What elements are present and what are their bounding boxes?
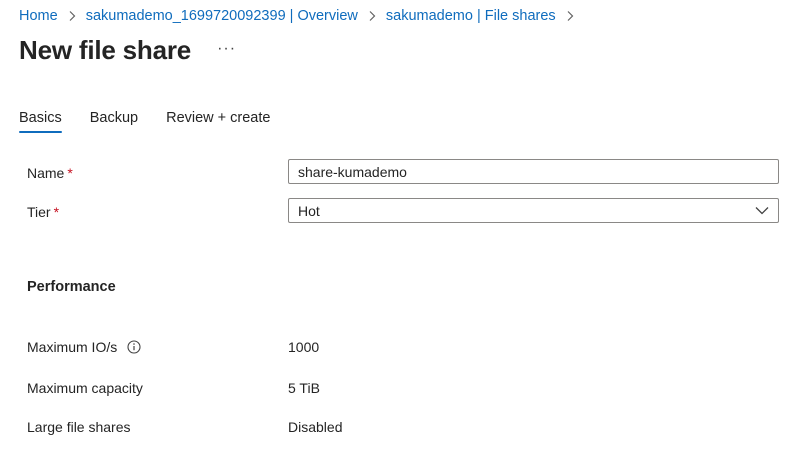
more-options-button[interactable]: ··· (217, 40, 236, 58)
tab-bar: Basics Backup Review + create (19, 110, 298, 133)
tab-backup[interactable]: Backup (90, 110, 138, 133)
title-row: New file share ··· (19, 35, 236, 66)
page-title: New file share (19, 35, 192, 65)
max-capacity-value: 5 TiB (288, 380, 320, 396)
chevron-right-icon (566, 10, 574, 22)
name-input[interactable] (298, 163, 769, 180)
large-file-shares-value: Disabled (288, 419, 343, 435)
tier-label: Tier * (27, 204, 59, 220)
breadcrumb-home[interactable]: Home (19, 8, 58, 24)
name-field-container (288, 159, 779, 184)
tab-basics[interactable]: Basics (19, 110, 62, 133)
breadcrumb-overview[interactable]: sakumademo_1699720092399 | Overview (86, 8, 358, 24)
performance-heading: Performance (27, 279, 116, 295)
name-label: Name * (27, 165, 73, 181)
max-capacity-label: Maximum capacity (27, 380, 143, 396)
breadcrumb-file-shares[interactable]: sakumademo | File shares (386, 8, 556, 24)
tier-dropdown[interactable]: Hot (288, 198, 779, 223)
required-mark: * (67, 165, 73, 181)
info-icon[interactable] (127, 340, 141, 354)
tier-selected-value: Hot (298, 202, 320, 219)
chevron-right-icon (68, 10, 76, 22)
chevron-right-icon (368, 10, 376, 22)
max-iops-label: Maximum IO/s (27, 339, 141, 355)
breadcrumb: Home sakumademo_1699720092399 | Overview… (19, 8, 584, 24)
tab-review-create[interactable]: Review + create (166, 110, 270, 133)
required-mark: * (53, 204, 60, 220)
large-file-shares-label: Large file shares (27, 419, 131, 435)
max-iops-value: 1000 (288, 339, 320, 355)
max-iops-label-text: Maximum IO/s (27, 339, 118, 355)
name-label-text: Name (27, 165, 65, 181)
new-file-share-page: Home sakumademo_1699720092399 | Overview… (0, 0, 800, 455)
chevron-down-icon (755, 206, 769, 215)
tier-label-text: Tier (27, 204, 51, 220)
